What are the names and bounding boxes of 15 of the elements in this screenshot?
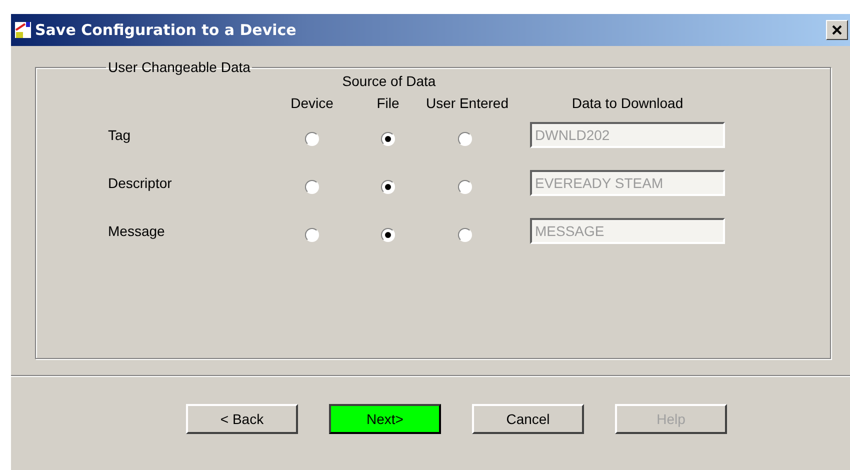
dialog-button[interactable]: Cancel — [472, 404, 584, 434]
close-button[interactable] — [826, 20, 848, 40]
dialog-button[interactable]: < Back — [186, 404, 298, 434]
column-header: Device — [290, 94, 334, 113]
group-title: User Changeable Data — [107, 59, 252, 75]
column-header: Data to Download — [570, 94, 684, 113]
row-label: Message — [108, 222, 166, 241]
dialog-button[interactable]: Next> — [329, 404, 441, 434]
row-label: Descriptor — [108, 174, 173, 193]
close-icon — [832, 25, 842, 35]
window-title: Save Configuration to a Device — [35, 21, 298, 39]
column-header: File — [376, 94, 400, 113]
app-icon — [14, 21, 32, 39]
column-group-header: Source of Data — [341, 73, 437, 89]
row-label: Tag — [108, 126, 132, 145]
